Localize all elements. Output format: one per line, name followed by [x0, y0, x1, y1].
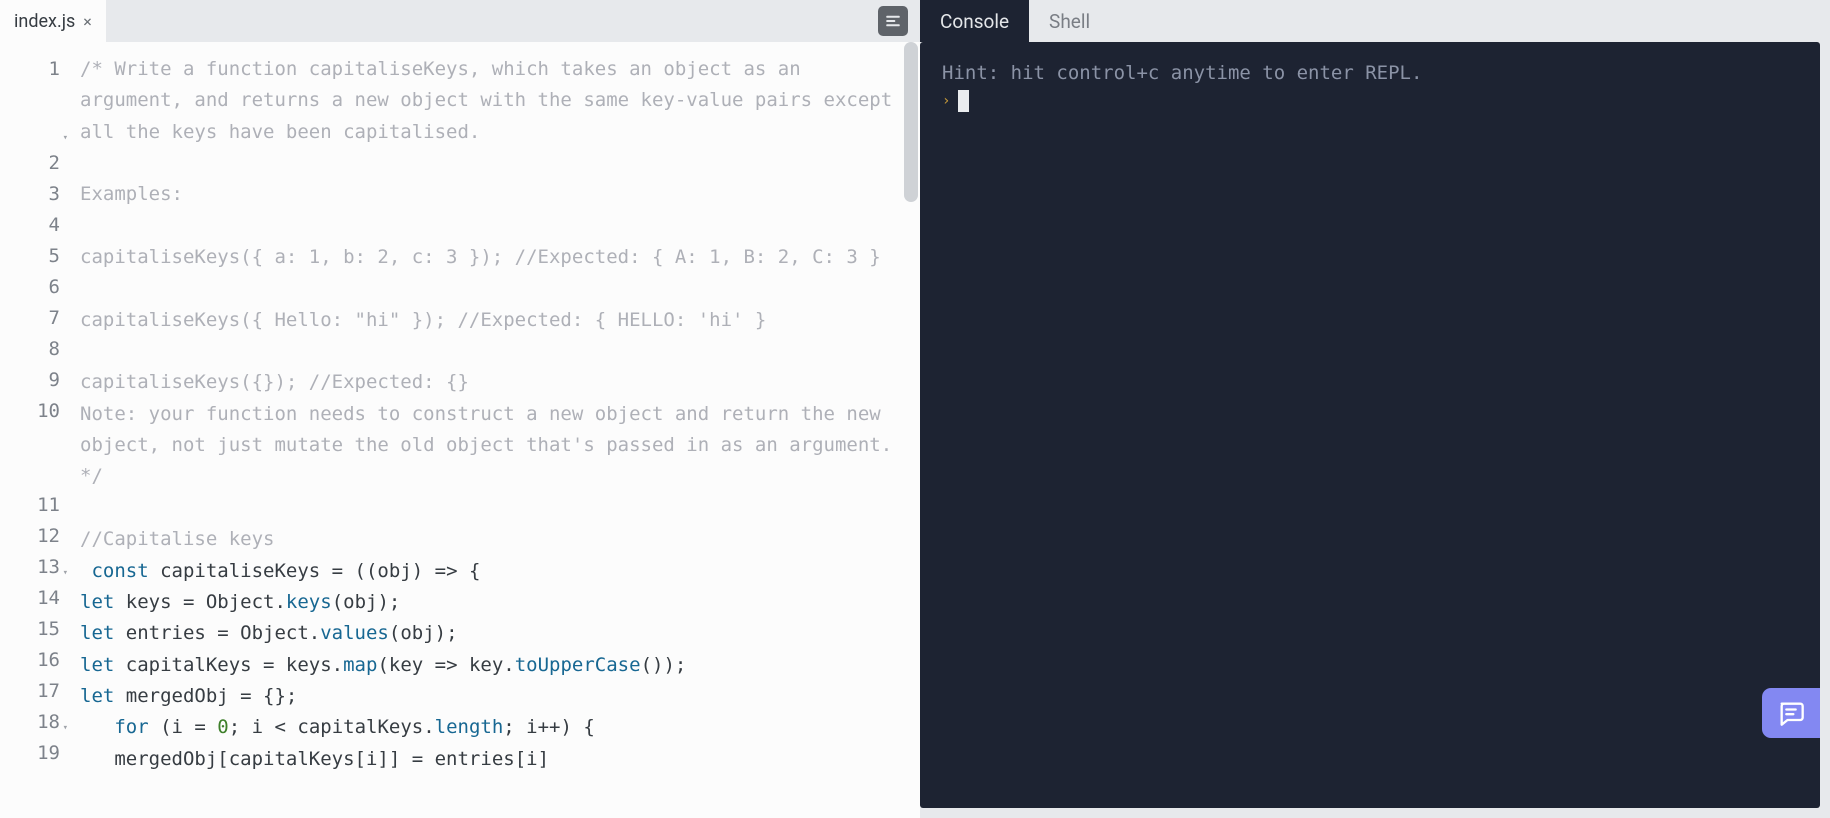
- format-button[interactable]: [878, 6, 908, 36]
- close-icon[interactable]: ×: [83, 12, 92, 31]
- fold-icon[interactable]: ▾: [63, 566, 68, 581]
- code-line[interactable]: [80, 148, 910, 179]
- code-line[interactable]: for (i = 0; i < capitalKeys.length; i++)…: [80, 712, 910, 743]
- line-number: 2: [0, 148, 60, 179]
- line-number: 13▾: [0, 552, 60, 583]
- line-number: 18▾: [0, 707, 60, 738]
- code-line[interactable]: mergedObj[capitalKeys[i]] = entries[i]: [80, 744, 910, 775]
- console-hint: Hint: hit control+c anytime to enter REP…: [942, 62, 1798, 84]
- code-content[interactable]: /* Write a function capitaliseKeys, whic…: [68, 42, 920, 818]
- code-line[interactable]: [80, 336, 910, 367]
- editor-scrollbar[interactable]: [904, 42, 918, 202]
- line-number: 8: [0, 334, 60, 365]
- code-line[interactable]: let mergedObj = {};: [80, 681, 910, 712]
- code-line[interactable]: let capitalKeys = keys.map(key => key.to…: [80, 650, 910, 681]
- editor-tabs: index.js ×: [0, 0, 920, 42]
- line-gutter: 1▾2345678910111213▾1415161718▾19: [0, 42, 68, 818]
- file-tab-indexjs[interactable]: index.js ×: [0, 0, 106, 42]
- console-cursor: [958, 90, 969, 112]
- prompt-caret-icon: ›: [942, 93, 950, 109]
- line-number: 10: [0, 396, 60, 490]
- console[interactable]: Hint: hit control+c anytime to enter REP…: [920, 42, 1820, 808]
- code-line[interactable]: Note: your function needs to construct a…: [80, 399, 910, 493]
- file-tab-label: index.js: [14, 11, 75, 32]
- code-line[interactable]: let entries = Object.values(obj);: [80, 618, 910, 649]
- code-line[interactable]: capitaliseKeys({}); //Expected: {}: [80, 367, 910, 398]
- line-number: 12: [0, 521, 60, 552]
- line-number: 19: [0, 738, 60, 769]
- output-tabs: Console Shell: [920, 0, 1830, 42]
- editor-pane: index.js × 1▾2345678910111213▾1415161718…: [0, 0, 920, 818]
- code-line[interactable]: [80, 211, 910, 242]
- line-number: 7: [0, 303, 60, 334]
- output-pane: Console Shell Hint: hit control+c anytim…: [920, 0, 1830, 818]
- line-number: 14: [0, 583, 60, 614]
- line-number: 16: [0, 645, 60, 676]
- line-number: 6: [0, 272, 60, 303]
- chat-icon: [1777, 699, 1805, 727]
- line-number: 11: [0, 490, 60, 521]
- line-number: 1▾: [0, 54, 60, 148]
- code-line[interactable]: let keys = Object.keys(obj);: [80, 587, 910, 618]
- line-number: 3: [0, 179, 60, 210]
- line-number: 9: [0, 365, 60, 396]
- tab-shell[interactable]: Shell: [1029, 0, 1110, 42]
- code-line[interactable]: capitaliseKeys({ Hello: "hi" }); //Expec…: [80, 305, 910, 336]
- code-line[interactable]: /* Write a function capitaliseKeys, whic…: [80, 54, 910, 148]
- code-line[interactable]: //Capitalise keys: [80, 524, 910, 555]
- tab-console[interactable]: Console: [920, 0, 1029, 42]
- code-editor[interactable]: 1▾2345678910111213▾1415161718▾19 /* Writ…: [0, 42, 920, 818]
- console-prompt-line: ›: [942, 90, 1798, 112]
- code-line[interactable]: [80, 273, 910, 304]
- line-number: 5: [0, 241, 60, 272]
- line-number: 15: [0, 614, 60, 645]
- format-icon: [884, 12, 902, 30]
- chat-button[interactable]: [1762, 688, 1820, 738]
- code-line[interactable]: capitaliseKeys({ a: 1, b: 2, c: 3 }); //…: [80, 242, 910, 273]
- fold-icon[interactable]: ▾: [63, 721, 68, 736]
- line-number: 17: [0, 676, 60, 707]
- code-line[interactable]: const capitaliseKeys = ((obj) => {: [80, 556, 910, 587]
- code-line[interactable]: Examples:: [80, 179, 910, 210]
- line-number: 4: [0, 210, 60, 241]
- code-line[interactable]: [80, 493, 910, 524]
- fold-icon[interactable]: ▾: [63, 131, 68, 146]
